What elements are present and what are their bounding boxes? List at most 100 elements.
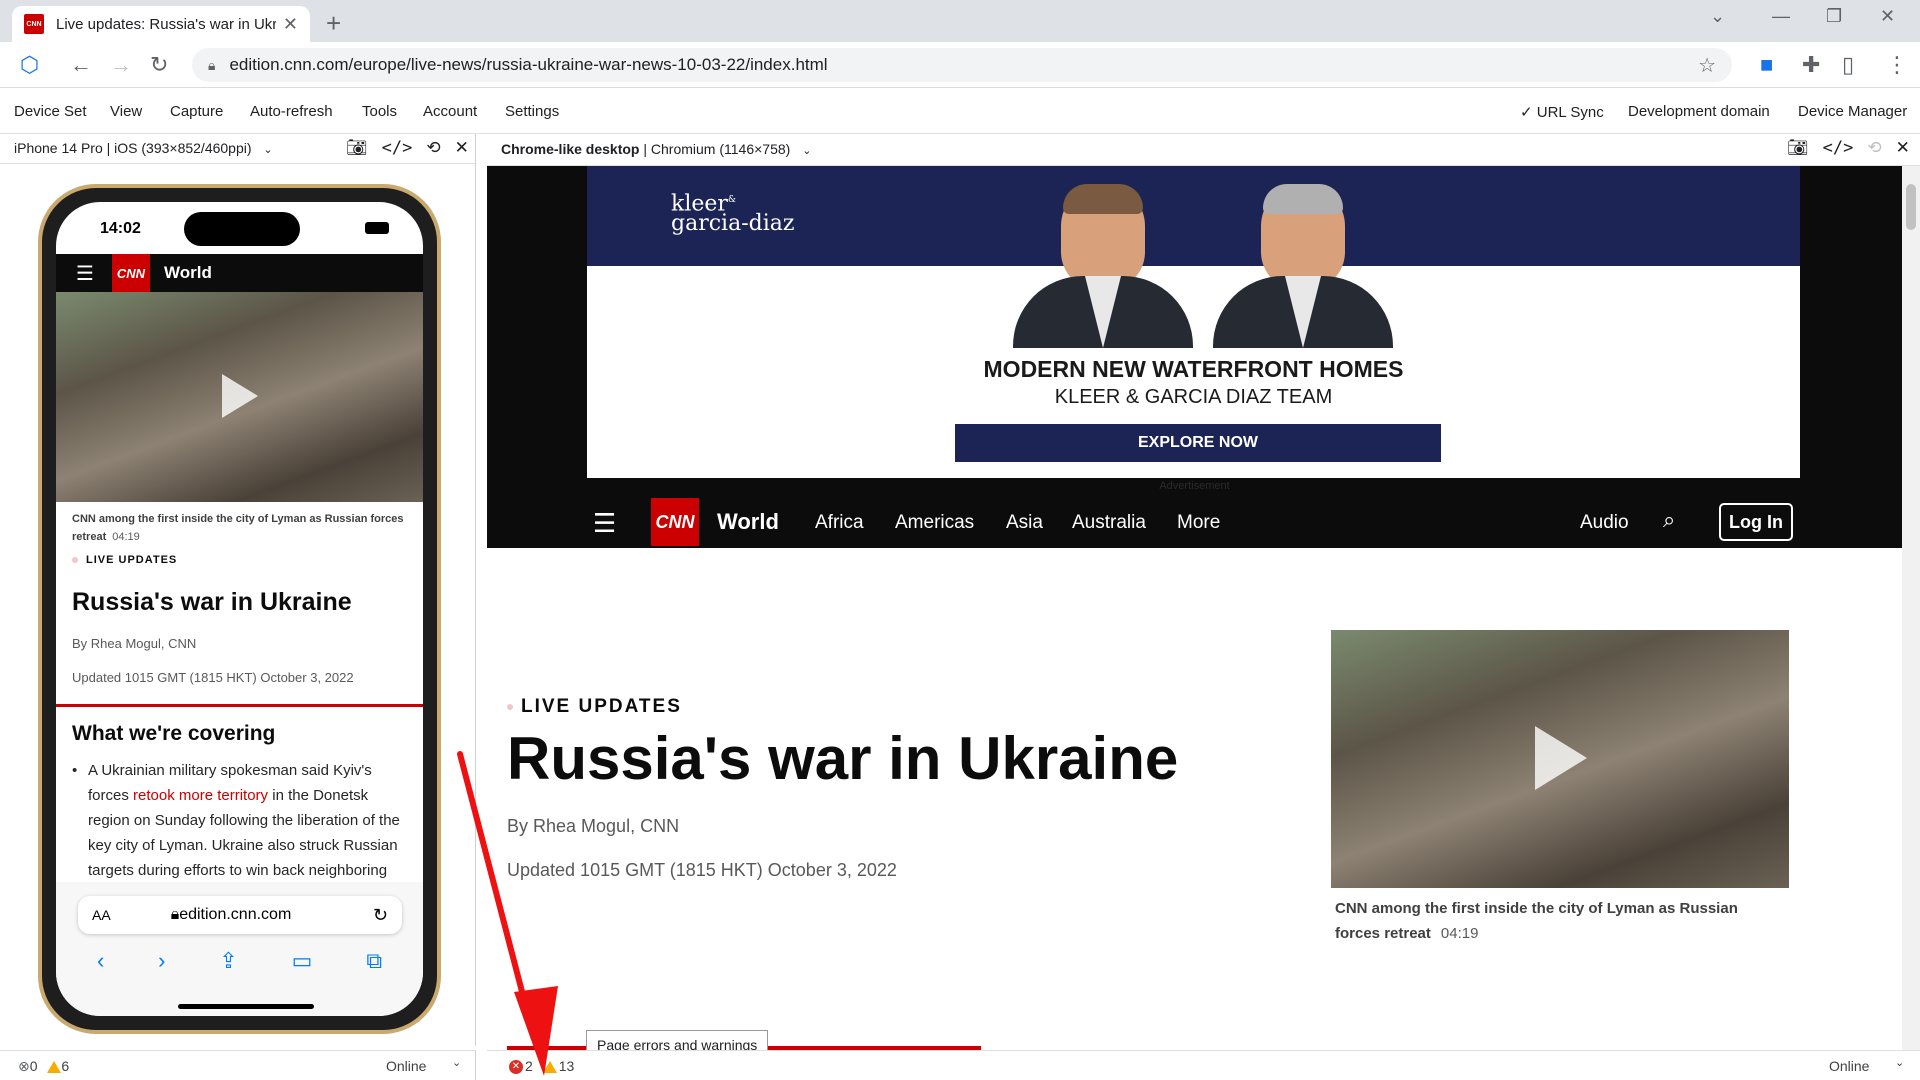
url-sync-toggle[interactable]: ✓ URL Sync xyxy=(1520,103,1604,121)
tab-search-icon[interactable]: ⌄ xyxy=(1710,6,1725,27)
ad-brand-logo: kleer& garcia-diaz xyxy=(671,190,794,235)
safari-host[interactable]: 🔒︎edition.cnn.com xyxy=(171,906,292,924)
rotate-device-icon[interactable]: ⟲ xyxy=(426,138,440,158)
mobile-live-updates-text: LIVE UPDATES xyxy=(86,554,178,566)
safari-address-bar[interactable]: AA 🔒︎edition.cnn.com ↻ xyxy=(78,896,402,934)
mobile-warning-count: 6 xyxy=(61,1058,70,1074)
safari-share-icon[interactable]: ⇪ xyxy=(219,948,237,974)
desktop-video-duration: 04:19 xyxy=(1440,925,1479,942)
desktop-hamburger-icon[interactable]: ☰ xyxy=(593,508,616,539)
desktop-live-updates-label: LIVE UPDATES xyxy=(507,696,682,718)
browser-menu-icon[interactable]: ⋮ xyxy=(1886,52,1908,78)
menu-tools[interactable]: Tools xyxy=(362,103,397,120)
mobile-errors-indicator[interactable]: ⊗0 6 xyxy=(18,1058,69,1075)
desktop-video-caption-text: CNN among the first inside the city of L… xyxy=(1335,900,1738,942)
safari-forward-icon[interactable]: › xyxy=(158,948,165,974)
retook-territory-link[interactable]: retook more territory xyxy=(133,787,268,804)
desktop-headline: Russia's war in Ukraine xyxy=(507,725,1179,792)
restore-icon[interactable]: ❐ xyxy=(1826,6,1842,27)
safari-bookmarks-icon[interactable]: ▭ xyxy=(292,948,313,974)
nav-search-icon[interactable]: ⌕ xyxy=(1663,507,1675,533)
safari-tabs-icon[interactable]: ⧉ xyxy=(366,948,382,974)
nav-australia[interactable]: Australia xyxy=(1072,512,1146,534)
live-dot-icon xyxy=(72,557,78,564)
back-icon[interactable]: ← xyxy=(70,52,92,78)
ad-agent-hair xyxy=(1063,184,1143,214)
mobile-hamburger-icon[interactable]: ☰ xyxy=(76,261,94,286)
desktop-pane-tools: 📷︎ </> ⟲ ✕ xyxy=(1787,138,1910,158)
safari-host-text[interactable]: edition.cnn.com xyxy=(179,906,291,923)
mobile-device-name[interactable]: iPhone 14 Pro xyxy=(14,140,103,156)
menu-auto-refresh[interactable]: Auto-refresh xyxy=(250,103,333,120)
scrollbar-thumb[interactable] xyxy=(1906,184,1916,230)
tab-close-icon[interactable]: ✕ xyxy=(283,14,298,35)
desktop-video-player[interactable] xyxy=(1331,630,1789,888)
nav-americas[interactable]: Americas xyxy=(895,512,974,534)
development-domain-button[interactable]: Development domain xyxy=(1628,103,1770,120)
ad-headline: MODERN NEW WATERFRONT HOMES xyxy=(983,356,1404,382)
network-dropdown-icon[interactable]: ⌄ xyxy=(452,1056,461,1069)
desktop-scrollbar[interactable] xyxy=(1902,166,1920,1050)
desktop-cnn-logo[interactable]: CNN xyxy=(651,498,699,546)
desktop-updated-time: Updated 1015 GMT (1815 HKT) October 3, 2… xyxy=(507,860,897,880)
mobile-error-count: 0 xyxy=(29,1058,38,1074)
menu-view[interactable]: View xyxy=(110,103,142,120)
nav-login-button[interactable]: Log In xyxy=(1719,503,1793,541)
screenshot-camera-icon[interactable]: 📷︎ xyxy=(346,138,368,158)
desktop-byline: By Rhea Mogul, CNN xyxy=(507,816,680,836)
browser-tab[interactable]: CNN Live updates: Russia's war in Ukrain… xyxy=(12,6,310,42)
desktop-network-dropdown-icon[interactable]: ⌄ xyxy=(1895,1056,1904,1069)
desktop-screenshot-camera-icon[interactable]: 📷︎ xyxy=(1787,138,1809,158)
menu-device-set[interactable]: Device Set xyxy=(14,103,87,120)
desktop-devtools-code-icon[interactable]: </> xyxy=(1823,138,1854,158)
desktop-play-icon[interactable] xyxy=(1535,726,1587,790)
responsively-hexagon-icon[interactable]: ⬡ xyxy=(20,52,39,78)
side-panel-icon[interactable]: ▯ xyxy=(1842,52,1854,78)
url-omnibox[interactable]: 🔒︎ edition.cnn.com/europe/live-news/russ… xyxy=(192,48,1732,82)
play-icon[interactable] xyxy=(222,374,258,418)
desktop-device-dropdown-icon[interactable]: ⌄ xyxy=(802,145,811,157)
device-manager-button[interactable]: Device Manager xyxy=(1798,103,1907,120)
extensions-puzzle-icon[interactable]: ✚ xyxy=(1802,52,1820,78)
mobile-cnn-logo[interactable]: CNN xyxy=(112,254,150,292)
nav-audio[interactable]: Audio xyxy=(1580,512,1629,534)
desktop-device-detail[interactable]: | Chromium (1146×758) xyxy=(639,141,790,157)
forward-icon[interactable]: → xyxy=(110,52,132,78)
phone-clock: 14:02 xyxy=(100,220,141,237)
safari-reload-icon[interactable]: ↻ xyxy=(373,905,388,926)
close-window-icon[interactable]: ✕ xyxy=(1880,6,1895,27)
ad-explore-now-button[interactable]: EXPLORE NOW xyxy=(955,424,1441,462)
mobile-section-world[interactable]: World xyxy=(164,263,212,283)
desktop-network-status[interactable]: Online xyxy=(1829,1058,1869,1074)
desktop-close-icon[interactable]: ✕ xyxy=(1896,138,1910,158)
desktop-errors-indicator[interactable]: ✕ 2 13 xyxy=(509,1058,574,1075)
lock-icon[interactable]: 🔒︎ xyxy=(208,57,215,74)
nav-more[interactable]: More xyxy=(1177,512,1220,534)
mobile-network-status[interactable]: Online xyxy=(386,1058,426,1074)
menu-capture[interactable]: Capture xyxy=(170,103,223,120)
menu-account[interactable]: Account xyxy=(423,103,477,120)
nav-asia[interactable]: Asia xyxy=(1006,512,1043,534)
mobile-video-player[interactable] xyxy=(56,292,423,502)
url-text[interactable]: edition.cnn.com/europe/live-news/russia-… xyxy=(229,55,827,75)
menu-settings[interactable]: Settings xyxy=(505,103,559,120)
mobile-device-detail[interactable]: | iOS (393×852/460ppi) xyxy=(103,140,252,156)
safari-back-icon[interactable]: ‹ xyxy=(97,948,104,974)
devtools-code-icon[interactable]: </> xyxy=(382,138,413,158)
device-dropdown-icon[interactable]: ⌄ xyxy=(263,144,272,156)
advertisement-banner[interactable]: kleer& garcia-diaz MODERN NEW WATERFRONT… xyxy=(587,166,1800,478)
nav-africa[interactable]: Africa xyxy=(815,512,864,534)
bookmark-star-icon[interactable]: ☆ xyxy=(1698,53,1716,78)
reload-icon[interactable]: ↻ xyxy=(150,52,168,78)
close-device-icon[interactable]: ✕ xyxy=(455,138,469,158)
desktop-viewport: kleer& garcia-diaz MODERN NEW WATERFRONT… xyxy=(487,166,1902,1050)
minimize-icon[interactable]: — xyxy=(1772,6,1790,27)
mobile-cnn-nav: ☰ CNN World xyxy=(56,254,423,292)
video-call-icon[interactable]: ■ xyxy=(1760,52,1773,78)
desktop-device-name[interactable]: Chrome-like desktop xyxy=(501,141,639,157)
browser-tab-strip: CNN Live updates: Russia's war in Ukrain… xyxy=(0,0,1920,42)
nav-world[interactable]: World xyxy=(717,509,779,535)
safari-text-size-button[interactable]: AA xyxy=(92,907,111,923)
new-tab-icon[interactable]: + xyxy=(326,8,341,39)
ad-subline: KLEER & GARCIA DIAZ TEAM xyxy=(1054,386,1333,408)
